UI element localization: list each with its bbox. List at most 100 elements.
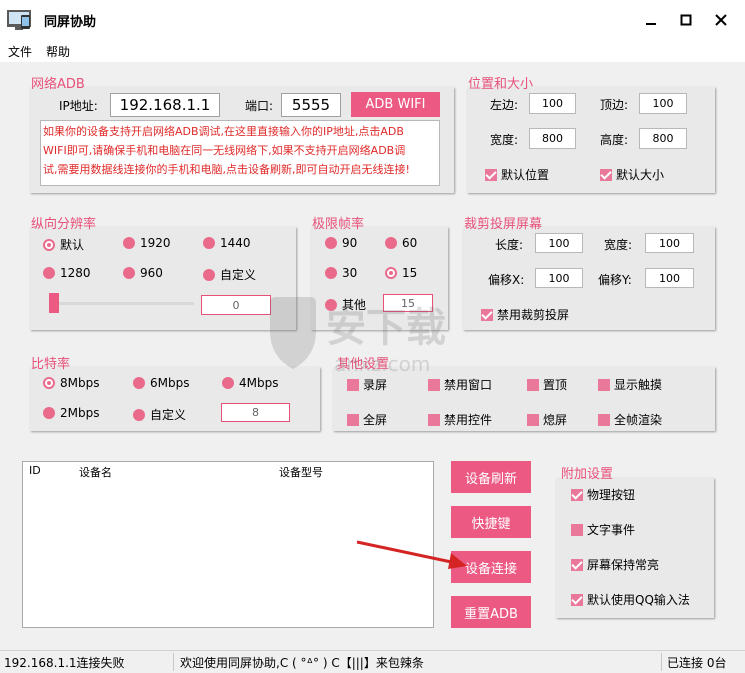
- port-label: 端口:: [245, 99, 274, 113]
- physical-buttons-checkbox[interactable]: 物理按钮: [571, 486, 635, 503]
- port-input[interactable]: 5555: [281, 93, 341, 117]
- radio-label: 8Mbps: [60, 376, 100, 390]
- menu-help[interactable]: 帮助: [46, 43, 70, 60]
- option-disable-window[interactable]: 禁用窗口: [428, 376, 492, 393]
- checkbox-icon: [598, 378, 610, 391]
- width-input[interactable]: 800: [529, 128, 576, 149]
- height-input[interactable]: 800: [639, 128, 687, 149]
- close-icon: [715, 14, 727, 26]
- crop-length-input[interactable]: 100: [535, 233, 583, 253]
- keep-awake-checkbox[interactable]: 屏幕保持常亮: [571, 556, 659, 573]
- radio-label: 60: [402, 236, 418, 250]
- reset-adb-button[interactable]: 重置ADB: [451, 596, 531, 628]
- crop-offsetx-input[interactable]: 100: [535, 268, 583, 288]
- column-header-device-name[interactable]: 设备名: [79, 464, 112, 480]
- top-label: 顶边:: [600, 98, 629, 112]
- option-record-screen[interactable]: 录屏: [347, 376, 387, 393]
- ip-input[interactable]: 192.168.1.1: [110, 93, 220, 117]
- annotation-arrow-icon: [356, 540, 467, 569]
- fps-custom-input[interactable]: 15: [383, 294, 433, 312]
- bitrate-option-2mbps[interactable]: 2Mbps: [43, 406, 99, 420]
- fps-title: 极限帧率: [312, 217, 365, 232]
- window-title: 同屏协助: [44, 15, 97, 30]
- bitrate-option-custom[interactable]: 自定义: [133, 406, 186, 423]
- checkbox-icon: [527, 413, 539, 426]
- bitrate-option-6mbps[interactable]: 6Mbps: [133, 376, 189, 390]
- default-position-checkbox[interactable]: 默认位置: [485, 166, 549, 183]
- option-disable-controls[interactable]: 禁用控件: [428, 411, 492, 428]
- text-events-checkbox[interactable]: 文字事件: [571, 521, 635, 538]
- crop-offsetx-label: 偏移X:: [488, 273, 525, 287]
- status-device-count: 已连接 0台: [667, 656, 727, 670]
- resolution-option-1280[interactable]: 1280: [43, 266, 91, 280]
- resolution-option-1920[interactable]: 1920: [123, 236, 171, 250]
- resolution-option-960[interactable]: 960: [123, 266, 163, 280]
- refresh-devices-button[interactable]: 设备刷新: [451, 461, 531, 493]
- option-fullscreen[interactable]: 全屏: [347, 411, 387, 428]
- checkbox-checked-icon: [571, 488, 583, 501]
- radio-selected-icon: [43, 377, 55, 389]
- radio-icon: [203, 268, 215, 281]
- resolution-slider-track[interactable]: [50, 302, 194, 305]
- adb-wifi-button[interactable]: ADB WIFI: [351, 92, 440, 117]
- resolution-title: 纵向分辨率: [31, 217, 97, 232]
- top-input[interactable]: 100: [639, 93, 687, 114]
- minimize-button[interactable]: [631, 0, 671, 40]
- status-message: 欢迎使用同屏协助,C ( °ᐞ° ) C【|||】来包辣条: [180, 656, 424, 670]
- radio-selected-icon: [385, 267, 397, 279]
- radio-icon: [133, 408, 145, 421]
- radio-label: 1280: [60, 266, 91, 280]
- column-header-device-model[interactable]: 设备型号: [279, 464, 323, 480]
- option-always-on-top[interactable]: 置顶: [527, 376, 567, 393]
- minimize-icon: [646, 23, 656, 25]
- resolution-option-custom[interactable]: 自定义: [203, 266, 256, 283]
- crop-width-input[interactable]: 100: [645, 233, 694, 253]
- crop-offsety-label: 偏移Y:: [598, 273, 632, 287]
- radio-icon: [325, 237, 337, 249]
- notice-line: WIFI即可,请确保手机和电脑在同一无线网络下,如果不支持开启网络ADB调: [43, 144, 406, 157]
- fps-option-30[interactable]: 30: [325, 266, 357, 280]
- radio-label: 6Mbps: [150, 376, 190, 390]
- resolution-option-default[interactable]: 默认: [43, 236, 84, 253]
- bitrate-custom-input[interactable]: 8: [221, 403, 290, 422]
- radio-icon: [43, 267, 55, 279]
- checkbox-label: 录屏: [363, 378, 388, 392]
- radio-label: 2Mbps: [60, 406, 100, 420]
- radio-label: 30: [342, 266, 358, 280]
- option-show-touches[interactable]: 显示触摸: [598, 376, 662, 393]
- fps-option-90[interactable]: 90: [325, 236, 357, 250]
- title-bar: 同屏协助: [0, 0, 745, 40]
- column-header-id[interactable]: ID: [29, 464, 41, 477]
- status-separator: [173, 653, 174, 671]
- qq-input-checkbox[interactable]: 默认使用QQ输入法: [571, 591, 690, 608]
- fps-option-other[interactable]: 其他: [325, 296, 366, 313]
- bitrate-option-4mbps[interactable]: 4Mbps: [222, 376, 278, 390]
- resolution-option-1440[interactable]: 1440: [203, 236, 251, 250]
- option-full-frame-render[interactable]: 全帧渲染: [598, 411, 662, 428]
- fps-option-15[interactable]: 15: [385, 266, 417, 280]
- radio-label: 15: [402, 266, 418, 280]
- shortcut-button[interactable]: 快捷键: [451, 506, 531, 538]
- default-size-checkbox[interactable]: 默认大小: [600, 166, 664, 183]
- radio-label: 自定义: [220, 268, 257, 282]
- left-input[interactable]: 100: [529, 93, 576, 114]
- option-screen-off[interactable]: 熄屏: [527, 411, 567, 428]
- bitrate-option-8mbps[interactable]: 8Mbps: [43, 376, 99, 390]
- resolution-custom-input[interactable]: 0: [201, 295, 271, 315]
- disable-crop-checkbox[interactable]: 禁用裁剪投屏: [481, 306, 569, 323]
- checkbox-label: 禁用窗口: [444, 378, 493, 392]
- checkbox-checked-icon: [600, 168, 612, 181]
- resolution-slider-thumb[interactable]: [49, 293, 59, 313]
- width-label: 宽度:: [490, 133, 519, 147]
- crop-offsety-input[interactable]: 100: [645, 268, 694, 288]
- checkbox-label: 文字事件: [587, 523, 636, 537]
- checkbox-label: 置顶: [543, 378, 568, 392]
- menu-file[interactable]: 文件: [8, 43, 32, 60]
- app-icon: [7, 10, 31, 30]
- radio-icon: [123, 237, 135, 249]
- fps-option-60[interactable]: 60: [385, 236, 417, 250]
- close-button[interactable]: [701, 0, 741, 40]
- maximize-button[interactable]: [666, 0, 706, 40]
- radio-icon: [325, 298, 337, 311]
- radio-label: 自定义: [150, 408, 187, 422]
